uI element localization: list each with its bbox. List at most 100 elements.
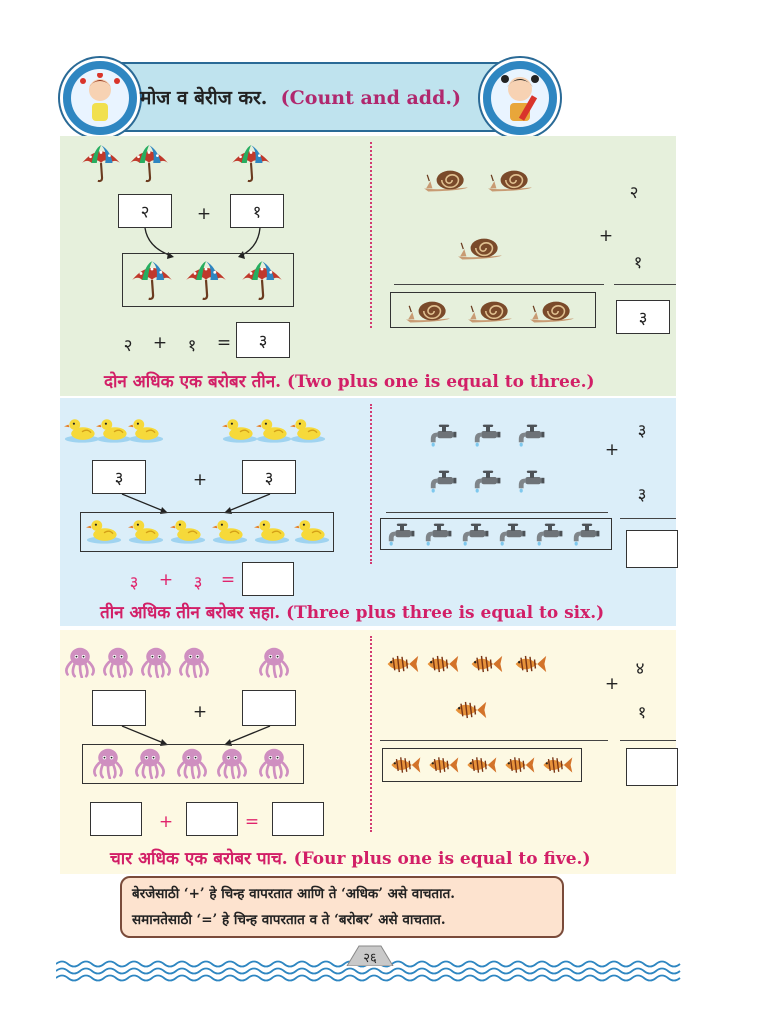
right-plus: + <box>604 440 620 460</box>
duck-icon <box>64 416 100 444</box>
tap-icon <box>426 422 458 448</box>
girl-icon <box>80 73 120 121</box>
girl-avatar-left <box>60 58 140 138</box>
title-marathi: मोज व बेरीज कर. <box>140 87 268 109</box>
count-box-a: ३ <box>92 460 146 494</box>
equation-equals: = <box>244 812 260 832</box>
fish-icon <box>468 652 504 676</box>
duck-icon <box>128 516 164 546</box>
snail-icon <box>486 166 536 192</box>
octopus-icon <box>256 747 292 779</box>
duck-icon <box>96 416 132 444</box>
plus-sign: + <box>192 702 208 722</box>
tap-icon <box>421 521 453 547</box>
section-divider <box>370 404 372 564</box>
plus-sign: + <box>196 204 212 224</box>
note-equals-sign: समानतेसाठी ‘=’ हे चिन्ह वापरतात व ते ‘बर… <box>132 912 446 928</box>
page-number: २६ <box>363 951 377 966</box>
sum-line <box>620 518 676 519</box>
right-bottom-number: १ <box>637 703 647 723</box>
answer-box-result[interactable] <box>272 802 324 836</box>
sentence-three-plus-three: तीन अधिक तीन बरोबर सहा. (Three plus thre… <box>100 603 605 623</box>
tap-icon <box>470 422 502 448</box>
octopus-icon <box>100 646 136 678</box>
snail-icon <box>456 234 506 260</box>
octopus-icon <box>90 747 126 779</box>
umbrella-icon <box>184 258 228 302</box>
equation-plus: + <box>152 333 168 353</box>
answer-box[interactable] <box>626 530 678 568</box>
octopus-icon <box>256 646 292 678</box>
sum-line <box>620 740 676 741</box>
plus-sign: + <box>192 470 208 490</box>
umbrella-icon <box>128 142 170 184</box>
equation-equals: = <box>220 570 236 590</box>
tap-icon <box>470 468 502 494</box>
tap-icon <box>458 521 490 547</box>
snail-icon <box>466 297 516 323</box>
umbrella-icon <box>80 142 122 184</box>
fish-icon <box>384 652 420 676</box>
octopus-icon <box>176 646 212 678</box>
fish-icon <box>452 698 488 722</box>
tap-icon <box>384 521 416 547</box>
tap-icon <box>495 521 527 547</box>
octopus-icon <box>132 747 168 779</box>
snail-icon <box>404 297 454 323</box>
answer-box[interactable] <box>242 562 294 596</box>
fish-icon <box>502 753 536 777</box>
duck-icon <box>294 516 330 546</box>
answer-box-a[interactable] <box>90 802 142 836</box>
right-bottom-number: ३ <box>637 485 647 505</box>
duck-icon <box>128 416 164 444</box>
equation-term-b: ३ <box>193 573 203 593</box>
equation-equals: = <box>216 333 232 353</box>
sum-line <box>380 740 608 741</box>
octopus-icon <box>138 646 174 678</box>
right-bottom-number: १ <box>633 253 643 273</box>
right-top-number: ३ <box>637 421 647 441</box>
girl-avatar-right <box>480 58 560 138</box>
equation-term-b: १ <box>187 336 197 356</box>
fish-icon <box>426 753 460 777</box>
tap-icon <box>514 468 546 494</box>
sentence-four-plus-one: चार अधिक एक बरोबर पाच. (Four plus one is… <box>110 849 591 869</box>
note-plus-sign: बेरजेसाठी ‘+’ हे चिन्ह वापरतात आणि ते ‘अ… <box>132 886 455 902</box>
fish-icon <box>512 652 548 676</box>
fish-icon <box>540 753 574 777</box>
octopus-icon <box>214 747 250 779</box>
answer-box[interactable]: ३ <box>616 300 670 334</box>
right-top-number: ४ <box>635 659 645 679</box>
count-box-b: ३ <box>242 460 296 494</box>
equation-plus: + <box>158 812 174 832</box>
snail-icon <box>528 297 578 323</box>
duck-icon <box>212 516 248 546</box>
fish-icon <box>464 753 498 777</box>
snail-icon <box>422 166 472 192</box>
duck-icon <box>256 416 292 444</box>
sum-line <box>394 284 604 285</box>
answer-box[interactable] <box>626 748 678 786</box>
octopus-icon <box>62 646 98 678</box>
fish-icon <box>388 753 422 777</box>
umbrella-icon <box>240 258 284 302</box>
answer-box[interactable]: ३ <box>236 322 290 358</box>
tap-icon <box>569 521 601 547</box>
octopus-icon <box>174 747 210 779</box>
section-divider <box>370 636 372 832</box>
count-box-b[interactable] <box>242 690 296 726</box>
duck-icon <box>170 516 206 546</box>
right-plus: + <box>598 226 614 246</box>
sum-line <box>386 512 608 513</box>
section-divider <box>370 142 372 328</box>
right-plus: + <box>604 674 620 694</box>
count-box-a[interactable] <box>92 690 146 726</box>
umbrella-icon <box>130 258 174 302</box>
tap-icon <box>532 521 564 547</box>
girl-pencil-icon <box>501 75 539 121</box>
answer-box-b[interactable] <box>186 802 238 836</box>
umbrella-icon <box>230 142 272 184</box>
equation-plus: + <box>158 570 174 590</box>
duck-icon <box>254 516 290 546</box>
fish-icon <box>424 652 460 676</box>
